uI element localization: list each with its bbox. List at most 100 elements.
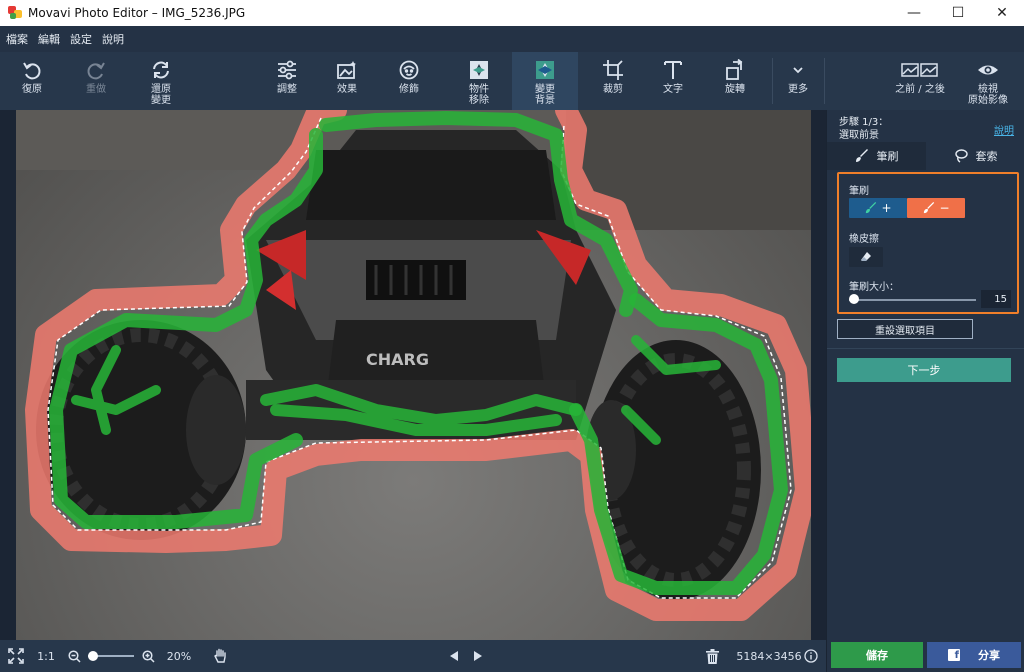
brush-icon — [855, 149, 869, 163]
more-button[interactable]: 更多 — [776, 52, 820, 110]
toolbar-separator — [772, 58, 773, 104]
zoom-value: 20% — [166, 649, 192, 663]
photo-canvas[interactable]: CHARG — [16, 110, 811, 640]
text-tool[interactable]: 文字 — [650, 52, 696, 110]
menu-settings[interactable]: 設定 — [70, 31, 92, 47]
window-title: Movavi Photo Editor – IMG_5236.JPG — [28, 6, 246, 20]
share-label: 分享 — [978, 649, 1000, 662]
rotate-tool[interactable]: 旋轉 — [712, 52, 758, 110]
foreground-brush-button[interactable]: + — [849, 198, 907, 218]
object-removal-tool[interactable]: 物件 移除 — [456, 52, 502, 110]
tab-brush[interactable]: 筆刷 — [827, 142, 926, 170]
right-panel: 步驟 1/3： 選取前景 說明 筆刷 套索 筆刷 + − 橡皮擦 筆刷大小： 1… — [826, 110, 1024, 672]
brush-size-slider-track[interactable] — [849, 299, 976, 301]
maximize-button[interactable]: ☐ — [936, 0, 980, 26]
adjust-tool[interactable]: 調整 — [264, 52, 310, 110]
eye-icon — [977, 59, 999, 81]
eraser-button[interactable] — [849, 247, 883, 267]
zoom-in-icon — [141, 649, 155, 663]
brush-minus-icon — [924, 202, 935, 214]
brush-minus-sign: − — [939, 201, 950, 215]
triangle-left-icon — [450, 651, 458, 661]
info-button[interactable] — [802, 640, 820, 672]
before-after-label: 之前 / 之後 — [895, 84, 945, 95]
actual-size-button[interactable]: 1:1 — [34, 640, 58, 672]
magic-image-icon — [336, 59, 358, 81]
text-icon — [662, 59, 684, 81]
brush-section-label: 筆刷 — [849, 186, 869, 197]
redo-label: 重做 — [86, 84, 106, 95]
refresh-icon — [150, 59, 172, 81]
before-after-button[interactable]: 之前 / 之後 — [888, 52, 952, 110]
next-image-button[interactable] — [470, 640, 486, 672]
menu-edit[interactable]: 編輯 — [38, 31, 60, 47]
undo-button[interactable]: 復原 — [10, 52, 54, 110]
hand-tool-button[interactable] — [210, 640, 232, 672]
undo-icon — [21, 59, 43, 81]
before-after-icon — [900, 59, 940, 81]
facebook-icon: f — [948, 649, 960, 661]
help-link[interactable]: 說明 — [994, 122, 1014, 137]
change-background-icon — [534, 59, 556, 81]
undo-label: 復原 — [22, 84, 42, 95]
share-button[interactable]: f 分享 — [927, 642, 1021, 668]
zoom-out-button[interactable] — [66, 640, 82, 672]
retouch-label: 修飾 — [399, 84, 419, 95]
brush-settings-box: 筆刷 + − 橡皮擦 筆刷大小： 15 — [837, 172, 1019, 314]
step-number: 步驟 1/3： — [839, 117, 889, 128]
zoom-out-icon — [67, 649, 81, 663]
canvas-area[interactable]: CHARG — [0, 110, 826, 640]
menu-bar: 檔案 編輯 設定 說明 — [0, 26, 1024, 52]
redo-button[interactable]: 重做 — [74, 52, 118, 110]
eraser-icon — [861, 252, 871, 261]
crop-icon — [602, 59, 624, 81]
brush-size-value[interactable]: 15 — [981, 290, 1011, 308]
menu-help[interactable]: 說明 — [102, 31, 124, 47]
step-title: 選取前景 — [839, 130, 879, 141]
effects-label: 效果 — [337, 84, 357, 95]
selection-tabs: 筆刷 套索 — [827, 142, 1024, 170]
next-step-button[interactable]: 下一步 — [837, 358, 1011, 382]
view-original-button[interactable]: 檢視 原始影像 — [962, 52, 1014, 110]
change-background-tool[interactable]: 變更 背景 — [512, 52, 578, 110]
brush-size-slider-handle[interactable] — [849, 294, 860, 304]
zoom-slider-handle[interactable] — [87, 651, 98, 661]
fit-screen-icon — [8, 648, 24, 664]
fit-screen-button[interactable] — [4, 640, 28, 672]
background-brush-button[interactable]: − — [907, 198, 965, 218]
view-original-label: 檢視 原始影像 — [968, 84, 1008, 106]
object-removal-label: 物件 移除 — [469, 84, 489, 106]
toolbar: 復原 重做 還原 變更 調整 效果 修飾 物件 移除 變更 背景 裁剪 文字 旋… — [0, 52, 1024, 110]
close-button[interactable]: ✕ — [980, 0, 1024, 26]
reset-selection-button[interactable]: 重設選取項目 — [837, 319, 973, 339]
eraser-section-label: 橡皮擦 — [849, 234, 879, 245]
change-background-label: 變更 背景 — [535, 84, 555, 106]
svg-text:CHARG: CHARG — [366, 350, 429, 369]
trash-icon — [705, 648, 719, 664]
triangle-right-icon — [474, 651, 482, 661]
adjust-label: 調整 — [277, 84, 297, 95]
zoom-in-button[interactable] — [140, 640, 156, 672]
minimize-button[interactable]: — — [892, 0, 936, 26]
bottom-bar: 1:1 20% 5184×3456 — [0, 640, 826, 672]
lasso-icon — [954, 149, 968, 163]
image-dimensions: 5184×3456 — [736, 649, 802, 663]
rotate-label: 旋轉 — [725, 84, 745, 95]
hand-icon — [214, 648, 226, 663]
save-button[interactable]: 儲存 — [831, 642, 923, 668]
tab-brush-label: 筆刷 — [876, 150, 899, 163]
effects-tool[interactable]: 效果 — [324, 52, 370, 110]
retouch-tool[interactable]: 修飾 — [386, 52, 432, 110]
previous-image-button[interactable] — [446, 640, 462, 672]
tab-lasso[interactable]: 套索 — [926, 142, 1024, 170]
brush-size-label: 筆刷大小： — [849, 282, 899, 293]
tab-lasso-label: 套索 — [975, 150, 998, 163]
redo-icon — [85, 59, 107, 81]
crop-tool[interactable]: 裁剪 — [590, 52, 636, 110]
object-removal-icon — [468, 59, 490, 81]
restore-changes-button[interactable]: 還原 變更 — [138, 52, 184, 110]
app-logo-icon — [8, 6, 22, 20]
delete-button[interactable] — [702, 640, 722, 672]
rc-car-photo: CHARG — [16, 110, 811, 621]
menu-file[interactable]: 檔案 — [6, 31, 28, 47]
